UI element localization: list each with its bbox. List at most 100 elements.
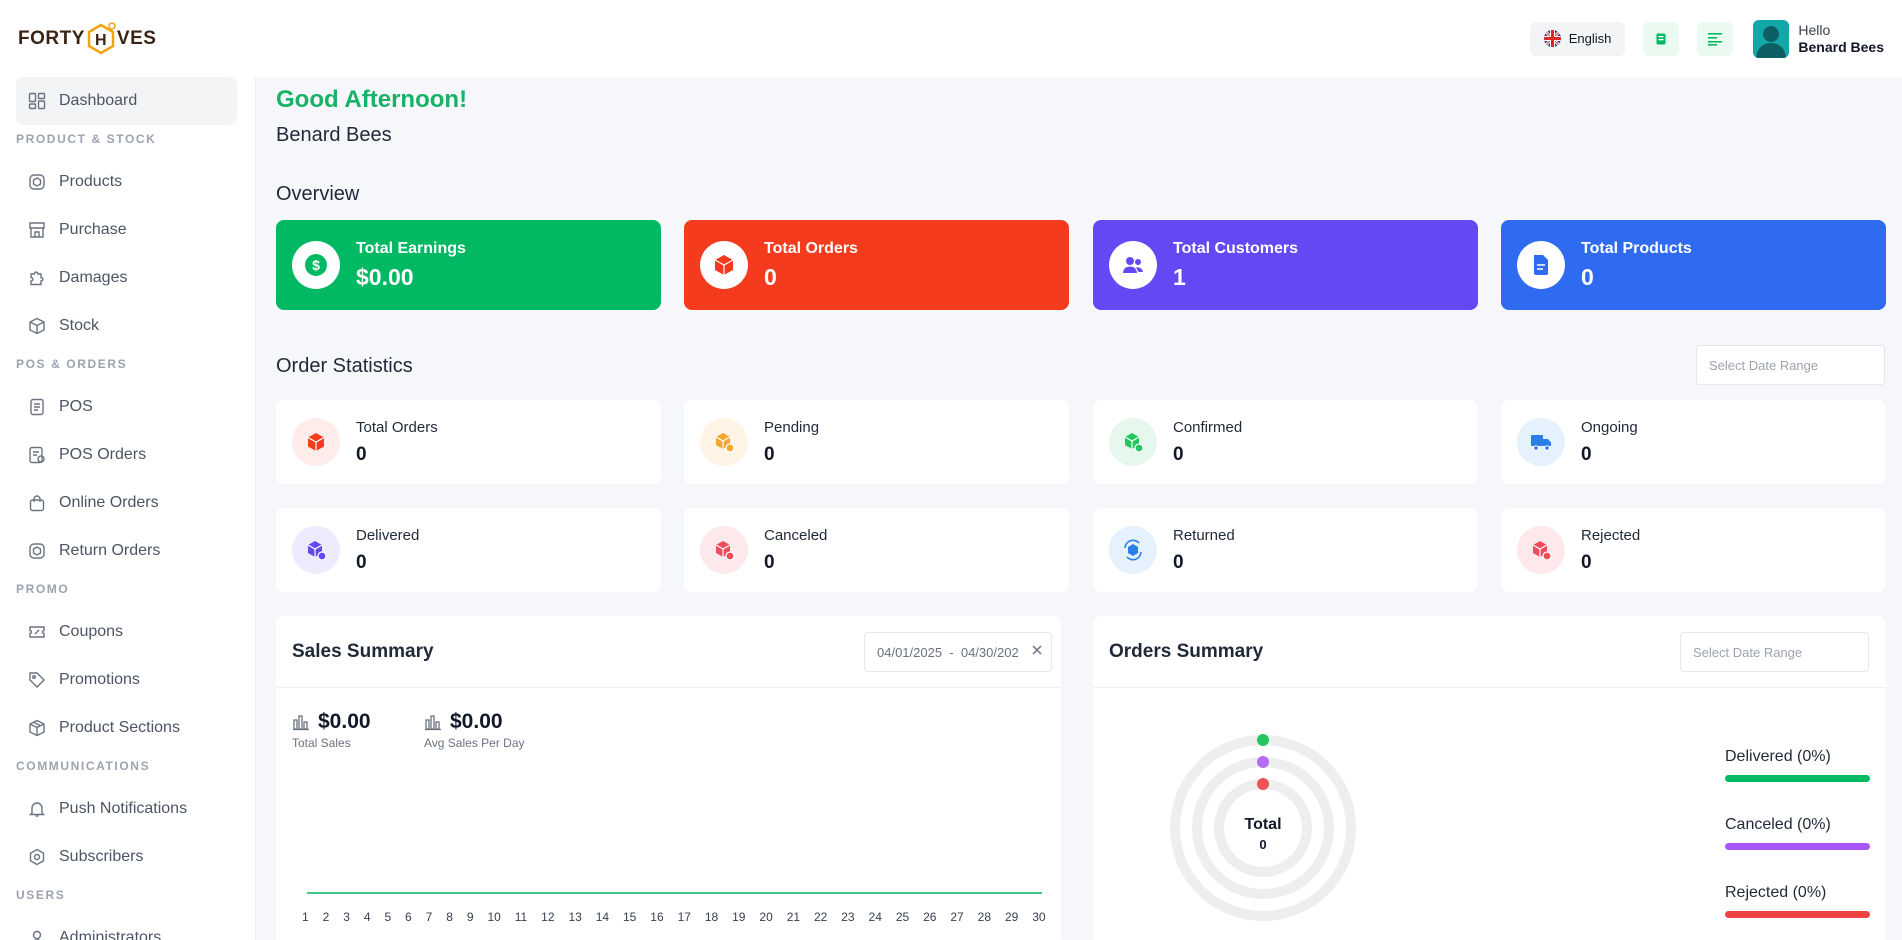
- x-tick-label: 3: [343, 910, 350, 924]
- confirmed-box-icon: [1109, 418, 1157, 466]
- sidebar-item-label: Products: [59, 173, 123, 190]
- x-tick-label: 1: [302, 910, 309, 924]
- shopping-bag-icon: [29, 495, 45, 512]
- language-selector[interactable]: English: [1529, 21, 1626, 56]
- sidebar-item-pos-orders[interactable]: POS Orders: [16, 431, 237, 479]
- overview-card-earnings: $ Total Earnings $0.00: [276, 220, 661, 310]
- stat-label: Rejected: [1581, 526, 1641, 544]
- stat-card-ongoing: Ongoing 0: [1501, 400, 1886, 484]
- sidebar-item-administrators[interactable]: Administrators: [16, 914, 237, 940]
- puzzle-icon: [30, 271, 44, 286]
- sidebar-item-label: Online Orders: [59, 494, 159, 511]
- sidebar-item-label: POS Orders: [59, 446, 147, 463]
- sidebar-item-product-sections[interactable]: Product Sections: [16, 704, 237, 752]
- stat-card-pending: Pending 0: [684, 400, 1069, 484]
- overview-card-products: Total Products 0: [1501, 220, 1886, 310]
- card-value: 0: [764, 263, 777, 290]
- receipt-icon: [1656, 33, 1666, 44]
- avatar: [1753, 19, 1790, 58]
- sidebar-item-label: POS: [59, 398, 93, 415]
- stat-label: Returned: [1173, 526, 1235, 544]
- logo-text-mid: H: [95, 32, 107, 49]
- x-tick-label: 22: [813, 910, 828, 924]
- sidebar-item-label: Coupons: [59, 623, 124, 640]
- rejected-box-icon: [1517, 526, 1565, 574]
- sidebar-item-online-orders[interactable]: Online Orders: [16, 479, 237, 527]
- sidebar: Dashboard PRODUCT & STOCK Products Purch…: [0, 77, 256, 940]
- marker-delivered: [1257, 734, 1269, 746]
- stat-label: Canceled: [764, 526, 828, 544]
- logo[interactable]: FORTY H VES: [18, 21, 156, 56]
- x-tick-label: 21: [786, 910, 801, 924]
- sidebar-item-label: Promotions: [59, 671, 140, 688]
- sidebar-item-coupons[interactable]: Coupons: [16, 608, 237, 656]
- user-name: Benard Bees: [1798, 38, 1884, 55]
- menu-toggle-button[interactable]: [1697, 21, 1734, 56]
- document-icon: [1517, 241, 1565, 289]
- x-tick-label: 13: [568, 910, 582, 924]
- x-tick-label: 6: [405, 910, 412, 924]
- x-tick-label: 23: [841, 910, 855, 924]
- hello-text: Hello: [1798, 21, 1831, 38]
- stat-label: Total Orders: [356, 418, 438, 436]
- sidebar-item-purchase[interactable]: Purchase: [16, 206, 237, 254]
- stat-label: Ongoing: [1581, 418, 1638, 436]
- x-tick-label: 5: [384, 910, 392, 924]
- sidebar-item-label: Subscribers: [59, 848, 144, 865]
- sidebar-item-label: Damages: [59, 269, 128, 286]
- sidebar-item-dashboard[interactable]: Dashboard: [16, 77, 237, 125]
- stat-value: 0: [764, 443, 775, 465]
- user-menu[interactable]: Hello Benard Bees: [1753, 19, 1884, 58]
- stat-card-total-orders: Total Orders 0: [276, 400, 661, 484]
- x-tick-label: 27: [950, 910, 964, 924]
- box-icon: [700, 241, 748, 289]
- pos-shortcut-button[interactable]: [1643, 21, 1680, 56]
- section-promo: PROMO: [16, 582, 70, 596]
- stat-card-confirmed: Confirmed 0: [1093, 400, 1478, 484]
- sidebar-item-label: Administrators: [59, 929, 162, 940]
- sidebar-item-pos[interactable]: POS: [16, 383, 237, 431]
- tag-icon: [29, 672, 45, 688]
- sidebar-item-subscribers[interactable]: Subscribers: [16, 833, 237, 881]
- sidebar-item-stock[interactable]: Stock: [16, 302, 237, 350]
- truck-icon: [1517, 418, 1565, 466]
- x-tick-label: 25: [895, 910, 910, 924]
- order-stats-date-range-input[interactable]: Select Date Range: [1696, 345, 1885, 385]
- legend-bar: [1725, 911, 1870, 918]
- top-header: FORTY H VES English Hello Benard Bees: [0, 0, 1902, 77]
- x-tick-label: 11: [514, 910, 528, 924]
- sales-summary-panel: Sales Summary 04/01/2025 - 04/30/202 $0.…: [276, 616, 1061, 940]
- sidebar-item-products[interactable]: Products: [16, 158, 237, 206]
- canceled-box-icon: [700, 526, 748, 574]
- stat-value: 0: [356, 443, 367, 465]
- radial-total-label: Total: [1244, 816, 1281, 833]
- returned-box-icon: [1109, 526, 1157, 574]
- radial-chart: Total 0: [1170, 734, 1356, 921]
- shop-icon: [29, 222, 45, 238]
- logo-hexagon: H: [86, 21, 116, 56]
- marker-rejected: [1257, 778, 1269, 790]
- section-pos-orders: POS & ORDERS: [16, 357, 128, 371]
- legend-label: Canceled (0%): [1725, 816, 1831, 833]
- bell-icon: [28, 802, 46, 817]
- sidebar-item-return-orders[interactable]: Return Orders: [16, 527, 237, 575]
- orders-date-range-input[interactable]: Select Date Range: [1680, 632, 1869, 672]
- dollar-icon: $: [292, 241, 340, 289]
- stat-value: 0: [356, 551, 367, 573]
- x-tick-label: 16: [650, 910, 664, 924]
- section-communications: COMMUNICATIONS: [16, 759, 151, 773]
- sidebar-item-damages[interactable]: Damages: [16, 254, 237, 302]
- legend-bar: [1725, 843, 1870, 850]
- stat-value: 0: [1581, 443, 1592, 465]
- section-users: USERS: [16, 888, 66, 902]
- sidebar-item-push-notifications[interactable]: Push Notifications: [16, 785, 237, 833]
- uk-flag-icon: [1543, 30, 1561, 47]
- stat-value: 0: [1173, 443, 1184, 465]
- logo-text-left: FORTY: [18, 27, 85, 49]
- x-tick-label: 20: [759, 910, 773, 924]
- subscriber-icon: [29, 848, 45, 866]
- overview-card-customers: Total Customers 1: [1093, 220, 1478, 310]
- sidebar-item-label: Stock: [59, 317, 100, 334]
- x-tick-label: 19: [732, 910, 746, 924]
- sidebar-item-promotions[interactable]: Promotions: [16, 656, 237, 704]
